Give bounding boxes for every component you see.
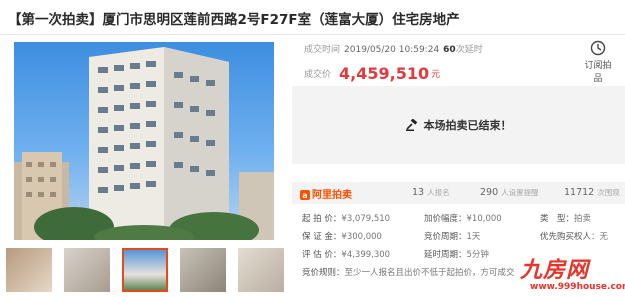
bid-rule-value: 至少一人报名且出价不低于起拍价，方可成交 [344,268,515,278]
svg-text:a: a [302,191,307,200]
watermark: 九房网 www.999house.com [520,252,625,294]
deposit-label: 保 证 金： [302,232,342,242]
start-price-label: 起 拍 价： [302,214,342,224]
deal-time-label: 成交时间 [304,45,341,55]
start-price: 起 拍 价：¥3,079,510 [302,212,390,224]
priority-buyer: 优先购买权人：无 [540,230,608,242]
start-price-value: ¥3,079,510 [341,214,391,224]
deal-price-value: 4,459,510 [339,64,430,83]
deal-price-row: 成交价 4,459,510 元 [304,64,440,83]
stat-registered-label: 人报名 [427,188,450,197]
increment-value: ¥10,000 [466,214,502,224]
eval-price-label: 评 估 价： [302,250,342,260]
stat-registered-value: 13 [412,187,425,198]
bid-period: 竞价周期：1天 [424,230,480,242]
ali-auction-icon: a [300,190,310,200]
stat-registered: 13 人报名 [412,187,450,198]
stats-bar: a 阿里拍卖 13 人报名 290 人设置提醒 11712 次围观 [292,182,625,204]
delay-period-value: 5分钟 [466,250,489,260]
deal-time-row: 成交时间 2019/05/20 10:59:24 60次延时 [304,42,483,55]
thumbnail-1[interactable] [6,248,52,292]
deposit-value: ¥300,000 [341,232,382,242]
increment-label: 加价幅度： [424,214,467,224]
bid-count-suffix: 次延时 [455,45,483,55]
watermark-text: 九房网 [520,258,590,283]
stat-views-label: 次围观 [597,188,620,197]
stat-views: 11712 次围观 [564,187,620,198]
auction-type-value: 拍卖 [574,214,592,224]
priority-buyer-value: ：无 [591,232,609,242]
stat-reminders-label: 人设置提醒 [501,188,539,197]
bid-rule-label: 竞价规则： [302,268,345,278]
deal-price-label: 成交价 [304,70,332,80]
divider [0,34,625,35]
thumbnail-2[interactable] [64,248,110,292]
stat-views-value: 11712 [564,187,595,198]
delay-period: 延时周期：5分钟 [424,248,489,260]
increment: 加价幅度：¥10,000 [424,212,502,224]
auction-ended-banner: 本场拍卖已结束！ [292,86,625,164]
main-property-photo[interactable] [14,42,274,240]
deal-time-value: 2019/05/20 10:59:24 [344,45,440,55]
watermark-url: www.999house.com [530,282,625,292]
subscribe-button[interactable]: 订阅拍品 [581,40,615,84]
stat-reminders-value: 290 [480,187,499,198]
gavel-icon [405,119,417,131]
subscribe-label: 订阅拍品 [584,61,612,84]
auction-type-label: 类 型： [540,214,575,224]
platform-logo[interactable]: a 阿里拍卖 [300,186,352,201]
platform-name: 阿里拍卖 [312,190,352,201]
thumbnail-4[interactable] [180,248,226,292]
deal-price-unit: 元 [431,70,441,80]
stat-reminders: 290 人设置提醒 [480,187,539,198]
auction-ended-text: 本场拍卖已结束！ [423,119,512,132]
thumbnail-3-selected[interactable] [122,248,168,292]
deposit: 保 证 金：¥300,000 [302,230,382,242]
bid-period-value: 1天 [466,232,481,242]
bid-count: 60 [443,45,456,55]
eval-price-value: ¥4,399,300 [341,250,391,260]
bid-period-label: 竞价周期： [424,232,467,242]
thumbnail-5[interactable] [238,248,284,292]
auction-title: 【第一次拍卖】厦门市思明区莲前西路2号F27F室（莲富大厦）住宅房地产 [8,12,460,28]
bid-rule: 竞价规则：至少一人报名且出价不低于起拍价，方可成交 [302,266,515,278]
priority-buyer-label: 优先购买权人 [540,232,592,242]
auction-type: 类 型：拍卖 [540,212,591,224]
building-illustration [14,47,274,240]
clock-icon [590,40,606,56]
delay-period-label: 延时周期： [424,250,467,260]
thumbnail-strip [6,248,288,292]
eval-price: 评 估 价：¥4,399,300 [302,248,390,260]
